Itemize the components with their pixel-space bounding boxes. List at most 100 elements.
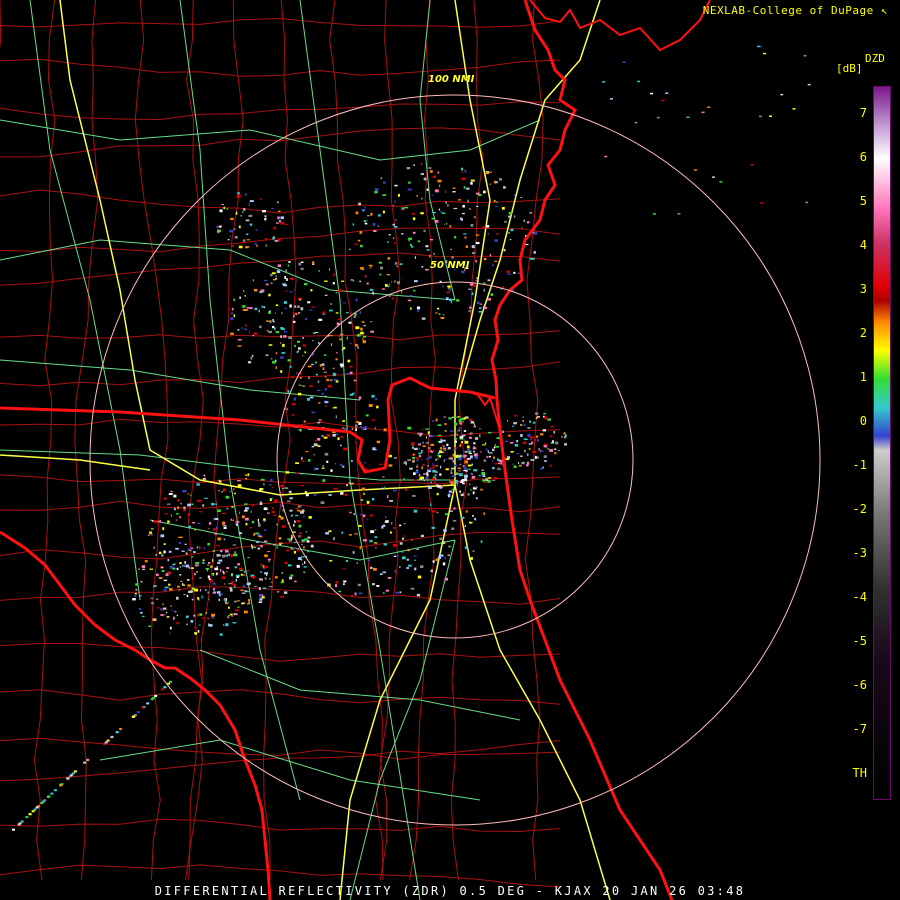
radar-echo <box>343 347 346 350</box>
radar-echo <box>275 304 279 307</box>
radar-echo <box>475 234 480 236</box>
radar-echo <box>20 820 24 823</box>
radar-echo <box>404 488 408 491</box>
radar-echo <box>480 451 482 453</box>
radar-echo <box>261 305 264 308</box>
radar-echo <box>207 575 210 579</box>
range-ring-100-label: 100 NMI <box>428 74 475 85</box>
radar-echo <box>175 519 178 521</box>
radar-echo <box>388 464 393 467</box>
radar-echo <box>427 465 429 467</box>
radar-echo <box>540 433 544 436</box>
radar-echo <box>461 212 465 215</box>
radar-echo <box>161 570 165 573</box>
radar-echo <box>430 443 435 446</box>
radar-echo <box>168 550 172 553</box>
radar-echo <box>418 452 422 455</box>
radar-echo <box>303 420 306 423</box>
radar-echo <box>510 442 514 444</box>
radar-echo <box>352 551 355 554</box>
radar-echo <box>437 556 442 559</box>
radar-echo <box>302 344 306 347</box>
radar-echo <box>661 99 665 102</box>
radar-echo <box>414 559 417 561</box>
radar-echo <box>489 452 493 454</box>
radar-echo <box>317 422 321 424</box>
radar-echo <box>248 214 253 217</box>
radar-echo <box>267 558 271 561</box>
radar-echo <box>459 463 462 466</box>
radar-echo <box>194 528 196 531</box>
radar-echo <box>523 438 525 440</box>
colorbar-label: 1 <box>859 370 867 384</box>
radar-echo <box>254 243 258 245</box>
radar-echo <box>207 564 209 566</box>
radar-echo <box>443 314 445 316</box>
radar-echo <box>240 589 244 592</box>
radar-echo <box>438 184 441 188</box>
radar-echo <box>230 317 234 320</box>
radar-echo <box>423 473 427 475</box>
radar-echo <box>411 245 414 248</box>
radar-echo <box>247 570 251 572</box>
radar-echo <box>420 173 424 175</box>
radar-echo <box>487 450 489 454</box>
radar-echo <box>497 468 501 470</box>
radar-echo <box>253 533 256 536</box>
radar-echo <box>444 513 449 515</box>
radar-echo <box>330 335 333 337</box>
radar-echo <box>263 483 265 486</box>
radar-echo <box>438 455 441 458</box>
radar-echo <box>448 456 451 459</box>
radar-echo <box>208 522 212 525</box>
radar-echo <box>245 246 249 249</box>
radar-echo <box>464 460 468 464</box>
radar-echo <box>448 417 452 420</box>
radar-echo <box>232 245 234 248</box>
radar-echo <box>299 534 302 537</box>
radar-echo <box>365 414 369 417</box>
radar-echo <box>17 823 21 826</box>
radar-echo <box>436 511 439 514</box>
colorbar-label: 5 <box>859 194 867 208</box>
radar-echo <box>277 216 280 220</box>
radar-echo <box>472 550 475 552</box>
radar-echo <box>397 281 400 285</box>
radar-echo <box>361 487 365 491</box>
radar-echo <box>807 83 811 86</box>
radar-echo <box>252 335 255 337</box>
radar-echo <box>245 507 249 510</box>
radar-echo <box>406 567 410 569</box>
radar-echo <box>166 503 171 505</box>
radar-echo <box>317 438 321 441</box>
radar-echo <box>248 599 250 602</box>
radar-echo <box>448 490 453 493</box>
radar-echo <box>493 199 496 203</box>
radar-echo <box>470 421 475 424</box>
radar-echo <box>465 416 469 419</box>
radar-echo <box>432 175 437 178</box>
radar-echo <box>352 392 355 395</box>
radar-echo <box>394 280 396 283</box>
radar-echo <box>284 307 287 310</box>
interstate <box>0 454 151 471</box>
county-border <box>0 818 561 833</box>
colorbar-label: -2 <box>852 502 867 516</box>
range-ring-50-label: 50 NMI <box>430 260 470 271</box>
radar-echo <box>371 394 375 398</box>
radar-echo <box>269 578 271 580</box>
radar-echo <box>325 405 327 408</box>
county-border <box>0 643 561 662</box>
radar-echo <box>33 808 37 811</box>
radar-echo <box>263 306 266 309</box>
radar-echo <box>513 215 516 218</box>
radar-echo <box>243 208 246 211</box>
radar-echo <box>254 585 257 588</box>
radar-echo <box>290 515 293 517</box>
radar-echo <box>364 275 367 278</box>
radar-echo <box>274 240 278 242</box>
radar-echo <box>217 562 221 564</box>
radar-echo <box>547 418 551 421</box>
radar-echo <box>371 419 375 421</box>
radar-echo <box>463 466 466 470</box>
